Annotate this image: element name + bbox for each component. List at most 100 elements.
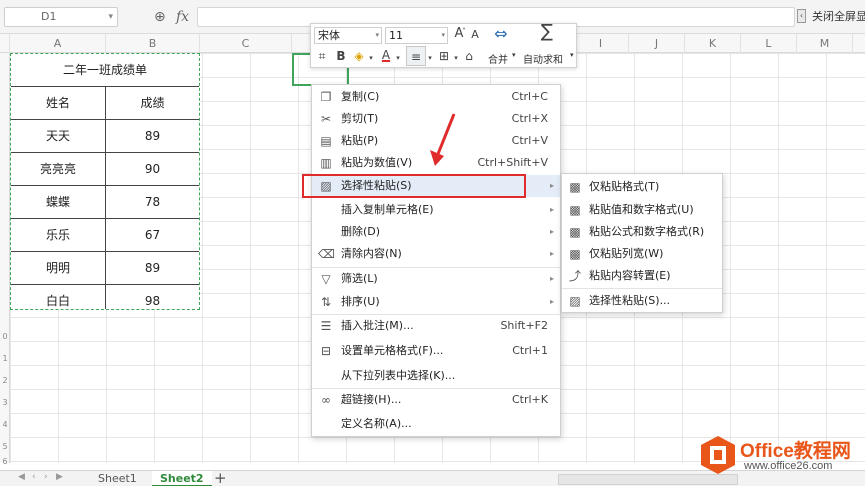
cell-name[interactable]: 天天: [11, 120, 105, 153]
table-title[interactable]: 二年一班成绩单: [11, 54, 199, 87]
name-box[interactable]: D1 ▾: [4, 7, 118, 27]
row-number[interactable]: 1: [0, 354, 10, 363]
tab-nav-left-icon[interactable]: ◀: [18, 472, 25, 482]
paste-values-number-icon: ▩: [569, 203, 581, 217]
font-family-value: 宋体: [318, 29, 340, 42]
cell-name[interactable]: 明明: [11, 252, 105, 285]
row-number[interactable]: 6: [0, 457, 10, 466]
chevron-down-icon[interactable]: ▾: [394, 50, 402, 66]
tab-sheet1[interactable]: Sheet1: [90, 471, 145, 486]
sort-icon: ⇅: [320, 295, 332, 309]
font-family-select[interactable]: 宋体 ▾: [314, 27, 382, 44]
column-header[interactable]: C: [200, 34, 292, 53]
submenu-item-paste-width[interactable]: ▩ 仅粘贴列宽(W): [562, 243, 722, 265]
column-header[interactable]: A: [10, 34, 106, 53]
font-color-icon[interactable]: A: [379, 47, 393, 63]
cell-score[interactable]: 89: [106, 120, 199, 153]
menu-item-insert-comment[interactable]: ☰ 插入批注(M)... Shift+F2: [312, 315, 560, 337]
cell-name[interactable]: 白白: [11, 285, 105, 318]
shrink-font-icon[interactable]: A: [467, 27, 483, 43]
fx-icon[interactable]: fx: [176, 7, 189, 27]
font-size-select[interactable]: 11 ▾: [385, 27, 448, 44]
menu-item-format-cells[interactable]: ⊟ 设置单元格格式(F)... Ctrl+1: [312, 340, 560, 362]
menu-item-clear[interactable]: ⌫ 清除内容(N) ▸: [312, 243, 560, 265]
column-header[interactable]: B: [106, 34, 200, 53]
column-header[interactable]: K: [685, 34, 741, 53]
fill-color-icon[interactable]: ◈: [351, 48, 367, 64]
menu-item-sort[interactable]: ⇅ 排序(U) ▸: [312, 291, 560, 313]
cell-name[interactable]: 亮亮亮: [11, 153, 105, 186]
annotation-arrow-icon: [430, 113, 456, 166]
tab-nav-next-icon[interactable]: ›: [44, 472, 48, 482]
row-header-bar: 0 1 2 3 4 5 6: [0, 53, 10, 466]
corner-cell[interactable]: [0, 34, 10, 53]
collapse-toggle-icon[interactable]: ‹: [797, 9, 806, 23]
cell-name[interactable]: 乐乐: [11, 219, 105, 252]
chevron-down-icon[interactable]: ▾: [570, 51, 574, 59]
submenu-arrow-icon: ▸: [549, 205, 554, 214]
submenu-item-paste-values-number[interactable]: ▩ 粘贴值和数字格式(U): [562, 199, 722, 221]
merge-icon[interactable]: ⇔: [490, 26, 512, 42]
column-header[interactable]: I: [573, 34, 629, 53]
column-header[interactable]: M: [797, 34, 853, 53]
menu-item-hyperlink[interactable]: ∞ 超链接(H)... Ctrl+K: [312, 389, 560, 411]
menu-item-label: 粘贴为数值(V): [341, 156, 413, 169]
chevron-down-icon[interactable]: ▾: [108, 8, 113, 26]
tab-sheet2[interactable]: Sheet2: [152, 471, 212, 486]
column-header[interactable]: L: [741, 34, 797, 53]
office-logo-icon: [701, 436, 735, 474]
menu-item-filter[interactable]: ▽ 筛选(L) ▸: [312, 268, 560, 290]
mini-toolbar: 宋体 ▾ 11 ▾ A ˄ A ⌗ B ◈ ▾ A ▾ ≡ ▾ ⊞ ▾ ⌂ ⇔ …: [310, 23, 577, 68]
chevron-down-icon: ▾: [441, 31, 445, 39]
add-sheet-button[interactable]: +: [214, 469, 227, 486]
sigma-icon[interactable]: ∑: [536, 23, 558, 41]
grow-arrow-icon: ˄: [462, 27, 466, 36]
row-number[interactable]: 4: [0, 420, 10, 429]
menu-item-insert-copied[interactable]: 插入复制单元格(E) ▸: [312, 199, 560, 221]
zoom-icon[interactable]: ⊕: [154, 7, 166, 27]
chevron-down-icon[interactable]: ▾: [426, 50, 434, 66]
header-score[interactable]: 成绩: [106, 87, 199, 120]
autosum-label[interactable]: 自动求和: [523, 51, 563, 66]
cell-name[interactable]: 蝶蝶: [11, 186, 105, 219]
submenu-item-transpose[interactable]: ⤴ 粘贴内容转置(E): [562, 265, 722, 287]
menu-item-pick-list[interactable]: 从下拉列表中选择(K)...: [312, 365, 560, 387]
format-painter-icon[interactable]: ⌗: [314, 48, 330, 64]
chevron-down-icon[interactable]: ▾: [367, 50, 375, 66]
tab-nav-right-icon[interactable]: ▶: [56, 472, 63, 482]
submenu-item-paste-format[interactable]: ▩ 仅粘贴格式(T): [562, 176, 722, 198]
cell-score[interactable]: 98: [106, 285, 199, 318]
font-size-value: 11: [389, 29, 403, 42]
row-number[interactable]: 0: [0, 332, 10, 341]
cell-score[interactable]: 90: [106, 153, 199, 186]
submenu-item-paste-special[interactable]: ▨ 选择性粘贴(S)...: [562, 290, 722, 312]
menu-item-label: 删除(D): [341, 225, 381, 238]
row-number[interactable]: 3: [0, 398, 10, 407]
link-icon: ∞: [321, 393, 331, 407]
close-fullscreen-button[interactable]: 关闭全屏显: [812, 8, 865, 24]
submenu-item-label: 粘贴公式和数字格式(R): [589, 225, 705, 238]
menu-item-shortcut: Ctrl+1: [512, 344, 548, 357]
merge-label[interactable]: 合并: [488, 51, 508, 66]
column-header[interactable]: J: [629, 34, 685, 53]
border-icon[interactable]: ⊞: [436, 48, 452, 64]
comment-icon: ☰: [320, 319, 332, 333]
menu-item-delete[interactable]: 删除(D) ▸: [312, 221, 560, 243]
cell-score[interactable]: 89: [106, 252, 199, 285]
menu-item-label: 剪切(T): [341, 112, 379, 125]
clear-format-icon[interactable]: ⌂: [461, 48, 477, 64]
watermark: Office教程网 www.office26.com: [700, 435, 865, 481]
row-number[interactable]: 2: [0, 376, 10, 385]
menu-item-define-name[interactable]: 定义名称(A)...: [312, 413, 560, 435]
cell-score[interactable]: 78: [106, 186, 199, 219]
menu-item-copy[interactable]: ❐ 复制(C) Ctrl+C: [312, 86, 560, 108]
header-name[interactable]: 姓名: [11, 87, 105, 120]
submenu-item-paste-formula[interactable]: ▩ 粘贴公式和数字格式(R): [562, 221, 722, 243]
chevron-down-icon[interactable]: ▾: [452, 50, 460, 66]
tab-nav-prev-icon[interactable]: ‹: [32, 472, 36, 482]
bold-button[interactable]: B: [334, 48, 348, 64]
align-center-icon[interactable]: ≡: [406, 46, 426, 66]
chevron-down-icon[interactable]: ▾: [512, 51, 516, 59]
row-number[interactable]: 5: [0, 442, 10, 451]
cell-score[interactable]: 67: [106, 219, 199, 252]
